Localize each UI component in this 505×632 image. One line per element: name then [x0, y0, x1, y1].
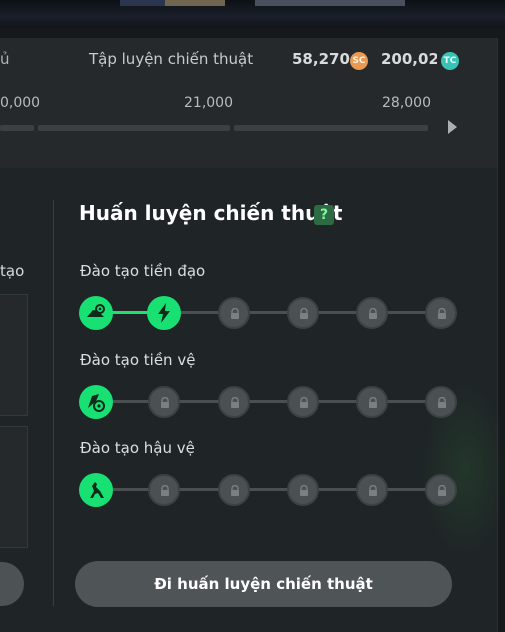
progress-segment [38, 125, 230, 131]
left-panel-label: tạo [0, 262, 25, 280]
lock-icon [300, 485, 308, 496]
track-label-midfield: Đào tạo tiền vệ [80, 351, 196, 369]
lock-icon [369, 485, 377, 496]
defender-node-2[interactable] [148, 474, 180, 506]
left-card[interactable] [0, 426, 28, 548]
lock-icon [369, 397, 377, 408]
lock-icon [369, 308, 377, 319]
tc-coin-icon: TC [441, 52, 459, 70]
forward-node-3[interactable] [218, 297, 250, 329]
progress-segment [234, 125, 428, 131]
tc-balance: 200,020 [381, 50, 437, 68]
midfield-node-6[interactable] [425, 386, 457, 418]
sc-balance: 58,270 [292, 50, 350, 68]
cta-label: Đi huấn luyện chiến thuật [154, 575, 373, 593]
column-divider [53, 200, 54, 606]
midfielder-ball-icon [88, 394, 105, 412]
lock-icon [300, 308, 308, 319]
help-icon[interactable]: ? [314, 205, 334, 225]
defender-node-6[interactable] [425, 474, 457, 506]
lock-icon [300, 397, 308, 408]
progress-tick: 21,000 [184, 95, 233, 111]
lightning-icon [158, 303, 170, 323]
defender-node-3[interactable] [218, 474, 250, 506]
midfield-node-5[interactable] [356, 386, 388, 418]
progress-tick: 0,000 [0, 95, 41, 111]
kangaroo-icon [90, 482, 104, 498]
lock-icon [161, 397, 169, 408]
forward-node-2[interactable] [147, 296, 181, 330]
forward-node-6[interactable] [425, 297, 457, 329]
midfield-node-3[interactable] [218, 386, 250, 418]
lock-icon [231, 397, 239, 408]
defender-node-4[interactable] [287, 474, 319, 506]
midfield-node-2[interactable] [148, 386, 180, 418]
defender-node-1[interactable] [79, 473, 113, 507]
progress-track [0, 125, 428, 131]
banner-art [255, 0, 405, 6]
lock-icon [438, 485, 446, 496]
forward-node-4[interactable] [287, 297, 319, 329]
lock-icon [161, 485, 169, 496]
lock-icon [231, 308, 239, 319]
left-card[interactable] [0, 294, 28, 416]
progress-tick: 28,000 [382, 95, 431, 111]
striker-boot-icon [87, 304, 105, 317]
defender-node-5[interactable] [356, 474, 388, 506]
sc-coin-icon: SC [350, 52, 368, 70]
header-tab-cut[interactable]: ủ [0, 50, 10, 68]
track-label-defender: Đào tạo hậu vệ [80, 439, 195, 457]
lock-icon [438, 308, 446, 319]
section-title: Huấn luyện chiến thuật [79, 201, 343, 225]
banner-art [120, 0, 170, 6]
forward-node-1[interactable] [79, 296, 113, 330]
go-tactical-training-button[interactable]: Đi huấn luyện chiến thuật [75, 561, 452, 607]
forward-node-5[interactable] [356, 297, 388, 329]
chevron-right-icon[interactable] [448, 120, 457, 134]
top-banner-strip [0, 0, 505, 28]
lock-icon [231, 485, 239, 496]
midfield-node-4[interactable] [287, 386, 319, 418]
midfield-node-1[interactable] [79, 385, 113, 419]
banner-art [165, 0, 225, 6]
header-title: Tập luyện chiến thuật [89, 50, 254, 68]
progress-segment [0, 125, 34, 131]
track-label-forward: Đào tạo tiền đạo [80, 262, 206, 280]
lock-icon [438, 397, 446, 408]
